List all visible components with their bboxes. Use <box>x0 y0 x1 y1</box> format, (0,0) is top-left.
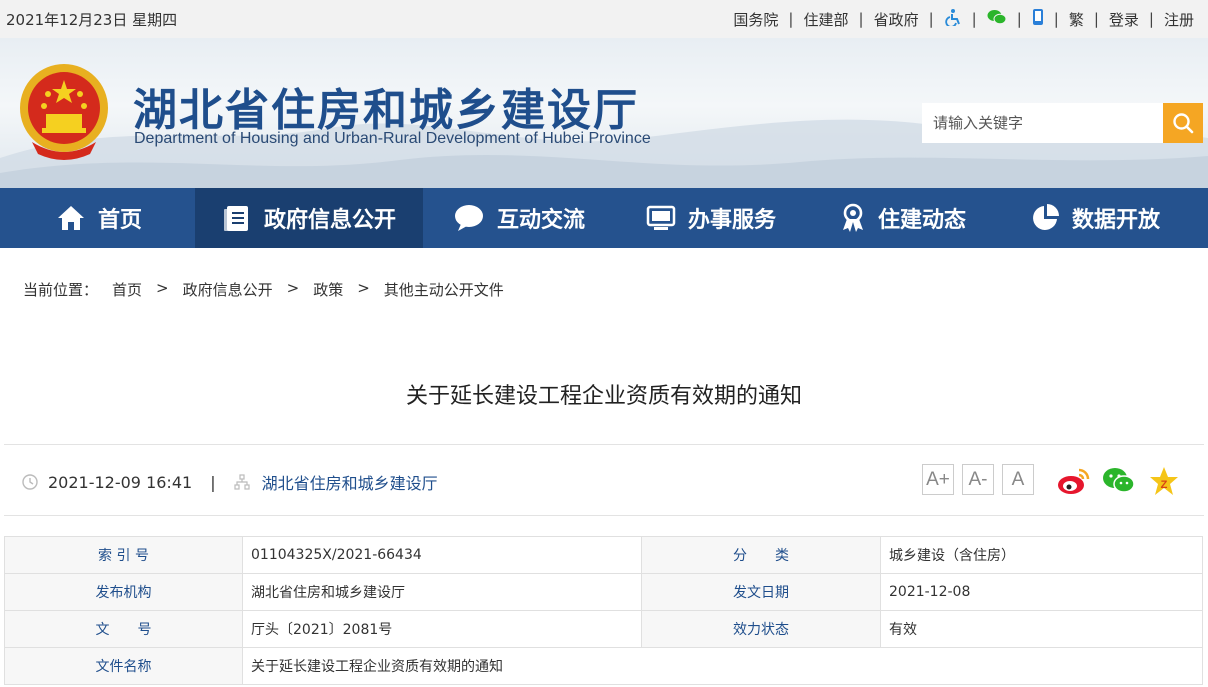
breadcrumb-gov-info[interactable]: 政府信息公开 <box>183 279 273 300</box>
breadcrumb-policy[interactable]: 政策 <box>313 279 343 300</box>
meta-divider: | <box>210 472 216 492</box>
wechat-icon[interactable] <box>1101 464 1137 498</box>
main-nav: 首页 政府信息公开 互动交流 办事服务 住建动态 数据开放 <box>0 188 1208 248</box>
divider <box>4 515 1204 516</box>
publisher-value: 湖北省住房和城乡建设厅 <box>242 573 642 611</box>
article-title: 关于延长建设工程企业资质有效期的通知 <box>405 384 802 409</box>
breadcrumb-separator: > <box>357 279 370 297</box>
wechat-top-icon[interactable] <box>977 9 1017 29</box>
publisher-label: 发布机构 <box>4 573 243 611</box>
validity-label: 效力状态 <box>641 610 881 648</box>
search-input[interactable] <box>922 103 1163 143</box>
link-provincial-gov[interactable]: 省政府 <box>864 9 929 30</box>
doc-number-label: 文 号 <box>4 610 243 648</box>
category-value: 城乡建设（含住房） <box>880 536 1203 574</box>
breadcrumb-prefix: 当前位置： <box>23 281 99 299</box>
font-decrease-button[interactable]: A- <box>962 464 994 495</box>
nav-open-data-label: 数据开放 <box>1071 208 1160 233</box>
nav-home-label: 首页 <box>97 208 142 233</box>
site-header: 湖北省住房和城乡建设厅 Department of Housing and Ur… <box>0 38 1208 188</box>
link-mohurd[interactable]: 住建部 <box>793 9 858 30</box>
search-icon <box>1173 113 1194 134</box>
share-bar: Z <box>1056 464 1191 498</box>
document-info-table: 索 引 号 01104325X/2021-66434 分 类 城乡建设（含住房）… <box>4 536 1203 685</box>
document-list-icon <box>223 206 248 231</box>
site-title: 湖北省住房和城乡建设厅 <box>133 85 639 136</box>
current-date: 2021年12月23日 星期四 <box>6 10 178 29</box>
nav-news-label: 住建动态 <box>877 208 966 233</box>
doc-name-label: 文件名称 <box>4 647 243 685</box>
divider <box>4 444 1204 445</box>
top-bar: 2021年12月23日 星期四 国务院 | 住建部 | 省政府 | | | | 繁 | … <box>0 0 1208 38</box>
nav-home[interactable]: 首页 <box>3 188 195 248</box>
nav-services[interactable]: 办事服务 <box>615 188 807 248</box>
table-row: 文 号 厅头〔2021〕2081号 效力状态 有效 <box>4 610 1203 648</box>
issue-date-value: 2021-12-08 <box>880 573 1203 611</box>
font-size-controls: A+ A- A <box>922 464 1042 495</box>
publish-datetime: 2021-12-09 16:41 <box>48 472 193 492</box>
nav-news[interactable]: 住建动态 <box>807 188 999 248</box>
link-state-council[interactable]: 国务院 <box>723 9 788 30</box>
nav-interaction[interactable]: 互动交流 <box>423 188 615 248</box>
weibo-icon[interactable] <box>1056 464 1092 498</box>
nav-interaction-label: 互动交流 <box>496 208 585 233</box>
issue-date-label: 发文日期 <box>641 573 881 611</box>
site-subtitle: Department of Housing and Urban-Rural De… <box>134 130 651 147</box>
font-reset-button[interactable]: A <box>1002 464 1034 495</box>
home-icon <box>57 206 84 230</box>
traditional-chinese-toggle[interactable]: 繁 <box>1059 9 1094 30</box>
font-increase-button[interactable]: A+ <box>922 464 954 495</box>
search-button[interactable] <box>1163 103 1203 143</box>
nav-gov-info[interactable]: 政府信息公开 <box>195 188 423 248</box>
register-link[interactable]: 注册 <box>1154 9 1194 30</box>
index-value: 01104325X/2021-66434 <box>242 536 642 574</box>
monitor-icon <box>646 205 676 230</box>
breadcrumb-other-docs[interactable]: 其他主动公开文件 <box>384 279 504 300</box>
pie-chart-icon <box>1033 204 1059 230</box>
national-emblem-logo <box>20 64 108 160</box>
clock-icon <box>22 474 38 490</box>
award-icon <box>842 203 863 232</box>
nav-gov-info-label: 政府信息公开 <box>263 208 396 233</box>
breadcrumb-separator: > <box>156 279 169 297</box>
validity-value: 有效 <box>880 610 1203 648</box>
breadcrumb: 当前位置： 首页 > 政府信息公开 > 政策 > 其他主动公开文件 <box>23 279 518 300</box>
doc-number-value: 厅头〔2021〕2081号 <box>242 610 642 648</box>
nav-open-data[interactable]: 数据开放 <box>999 188 1191 248</box>
category-label: 分 类 <box>641 536 881 574</box>
table-row: 索 引 号 01104325X/2021-66434 分 类 城乡建设（含住房） <box>4 536 1203 574</box>
favorite-star-icon[interactable]: Z <box>1146 464 1182 498</box>
table-row: 文件名称 关于延长建设工程企业资质有效期的通知 <box>4 647 1203 685</box>
nav-services-label: 办事服务 <box>687 208 776 233</box>
index-label: 索 引 号 <box>4 536 243 574</box>
organization-icon <box>233 474 250 490</box>
article-meta: 2021-12-09 16:41 | 湖北省住房和城乡建设厅 <box>22 470 438 494</box>
accessibility-icon[interactable] <box>934 8 972 30</box>
table-row: 发布机构 湖北省住房和城乡建设厅 发文日期 2021-12-08 <box>4 573 1203 611</box>
login-link[interactable]: 登录 <box>1099 9 1149 30</box>
breadcrumb-home[interactable]: 首页 <box>112 279 142 300</box>
mobile-icon[interactable] <box>1022 8 1054 30</box>
top-links: 国务院 | 住建部 | 省政府 | | | | 繁 | 登录 | 注册 <box>723 8 1194 30</box>
doc-name-value: 关于延长建设工程企业资质有效期的通知 <box>242 647 1203 685</box>
chat-bubble-icon <box>454 205 483 231</box>
breadcrumb-separator: > <box>286 279 300 297</box>
svg-text:Z: Z <box>1161 479 1168 491</box>
article-source: 湖北省住房和城乡建设厅 <box>261 474 438 493</box>
search-box <box>922 103 1203 143</box>
